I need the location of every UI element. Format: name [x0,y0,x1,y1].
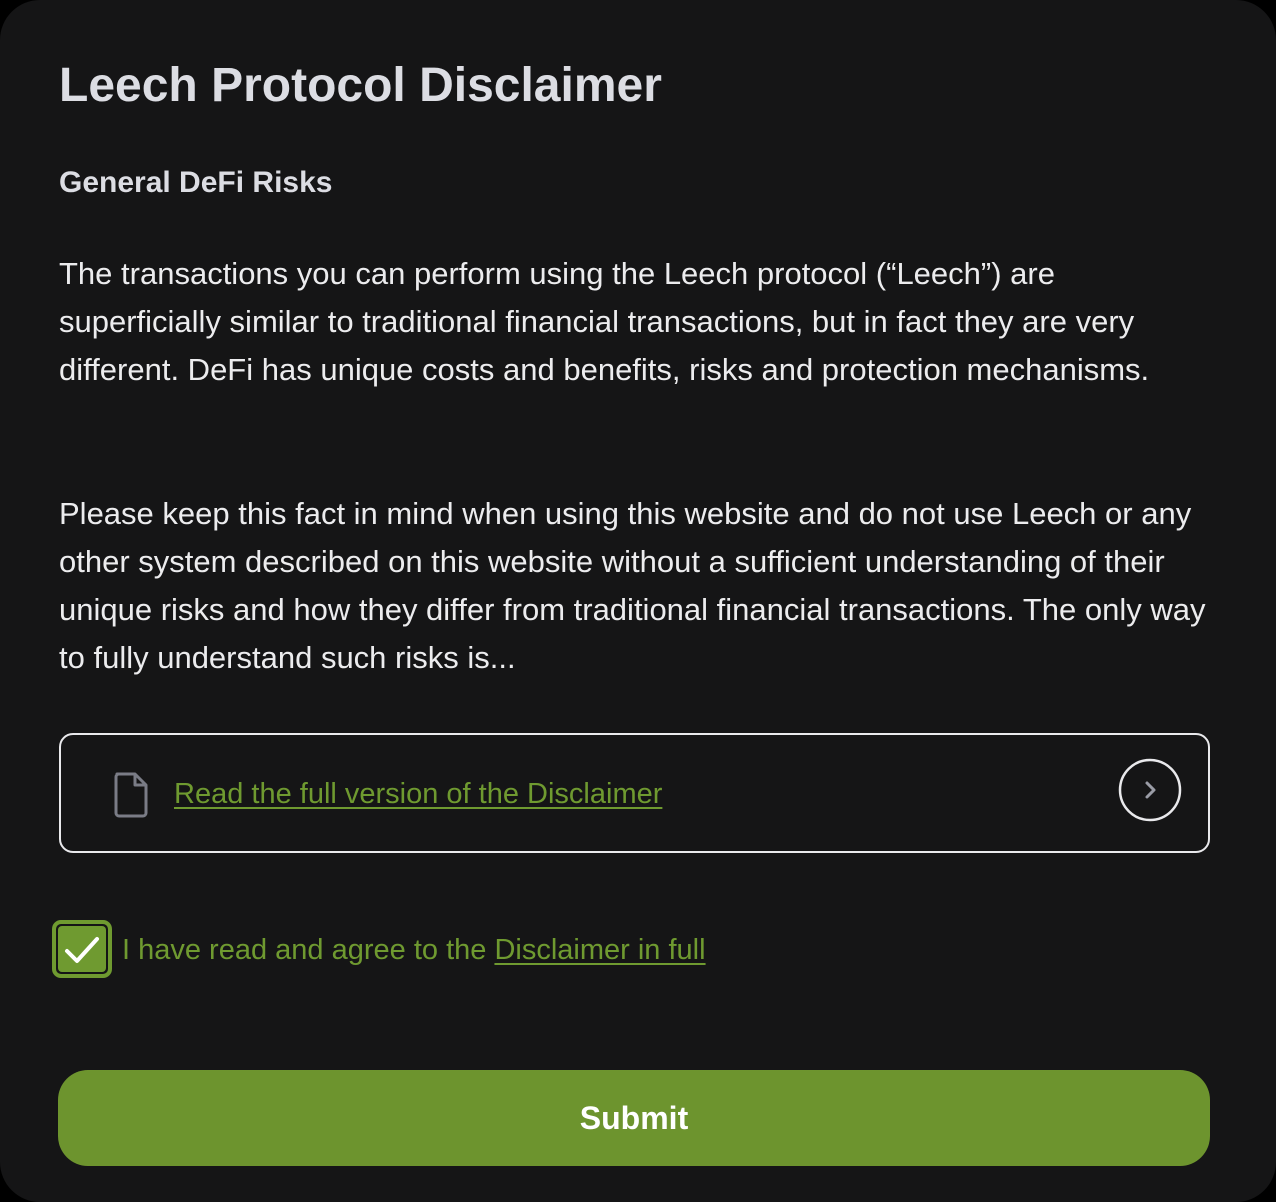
modal-title: Leech Protocol Disclaimer [59,59,662,112]
checkmark-icon [65,937,99,963]
agreement-label-prefix: I have read and agree to the [122,934,495,966]
document-icon [114,772,148,818]
disclaimer-modal: Leech Protocol Disclaimer General DeFi R… [0,0,1276,1202]
section-subtitle: General DeFi Risks [59,166,333,199]
agreement-label: I have read and agree to the Disclaimer … [122,931,706,969]
full-disclaimer-link[interactable]: Read the full version of the Disclaimer [174,775,662,813]
checkbox-fill [58,926,106,972]
full-disclaimer-link-card[interactable]: Read the full version of the Disclaimer [59,733,1210,853]
disclaimer-in-full-link[interactable]: Disclaimer in full [494,934,705,966]
disclaimer-paragraph-2: Please keep this fact in mind when using… [59,496,1206,675]
agree-checkbox[interactable] [52,920,112,978]
chevron-right-icon[interactable] [1118,758,1182,822]
submit-button[interactable]: Submit [58,1070,1210,1166]
disclaimer-paragraph-1: The transactions you can perform using t… [59,256,1150,387]
